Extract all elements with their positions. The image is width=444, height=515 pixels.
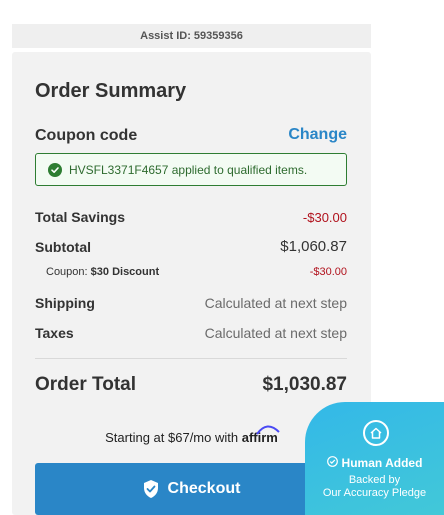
check-circle-icon xyxy=(48,162,62,177)
order-total-label: Order Total xyxy=(35,374,136,395)
badge-check-icon xyxy=(326,456,338,470)
total-savings-label: Total Savings xyxy=(35,209,125,225)
assist-id-text: Assist ID: 59359356 xyxy=(140,30,243,42)
taxes-row: Taxes Calculated at next step xyxy=(35,325,347,341)
shipping-value: Calculated at next step xyxy=(204,295,347,311)
coupon-applied-notice: HVSFL3371F4657 applied to qualified item… xyxy=(35,153,347,186)
total-savings-value: -$30.00 xyxy=(302,209,347,225)
change-coupon-link[interactable]: Change xyxy=(288,126,347,144)
affirm-logo[interactable]: affirm xyxy=(242,425,280,445)
home-icon xyxy=(363,420,389,446)
coupon-discount-value: -$30.00 xyxy=(309,266,347,278)
human-added-badge[interactable]: Human Added Backed by Our Accuracy Pledg… xyxy=(305,402,444,515)
coupon-applied-text: HVSFL3371F4657 applied to qualified item… xyxy=(69,162,308,177)
coupon-discount-row: Coupon: $30 Discount -$30.00 xyxy=(35,266,347,278)
badge-line1: Backed by xyxy=(348,474,401,486)
order-total-row: Order Total $1,030.87 xyxy=(35,374,347,396)
badge-line2: Our Accuracy Pledge xyxy=(322,487,427,499)
shipping-label: Shipping xyxy=(35,295,95,311)
shield-check-icon xyxy=(142,479,160,499)
human-added-title: Human Added xyxy=(305,456,444,470)
total-savings-row: Total Savings -$30.00 xyxy=(35,209,347,225)
subtotal-value: $1,060.87 xyxy=(280,238,347,255)
financing-text: Starting at $67/mo with xyxy=(105,430,239,445)
affirm-arc-icon xyxy=(256,425,280,435)
subtotal-row: Subtotal $1,060.87 xyxy=(35,238,347,255)
coupon-discount-name: $30 Discount xyxy=(90,266,160,278)
checkout-button[interactable]: Checkout xyxy=(35,463,347,515)
summary-divider xyxy=(35,358,347,359)
assist-id-bar: Assist ID: 59359356 xyxy=(12,24,371,48)
coupon-code-label: Coupon code xyxy=(35,127,138,144)
accuracy-pledge-text: Backed by Our Accuracy Pledge xyxy=(305,474,444,500)
subtotal-label: Subtotal xyxy=(35,238,91,255)
coupon-discount-prefix: Coupon: xyxy=(46,266,88,278)
order-total-value: $1,030.87 xyxy=(262,374,347,395)
checkout-label: Checkout xyxy=(167,480,241,497)
taxes-label: Taxes xyxy=(35,325,74,341)
coupon-discount-label: Coupon: $30 Discount xyxy=(35,266,159,278)
order-summary-title: Order Summary xyxy=(35,80,187,102)
human-added-text: Human Added xyxy=(341,456,423,470)
taxes-value: Calculated at next step xyxy=(204,325,347,341)
shipping-row: Shipping Calculated at next step xyxy=(35,295,347,311)
